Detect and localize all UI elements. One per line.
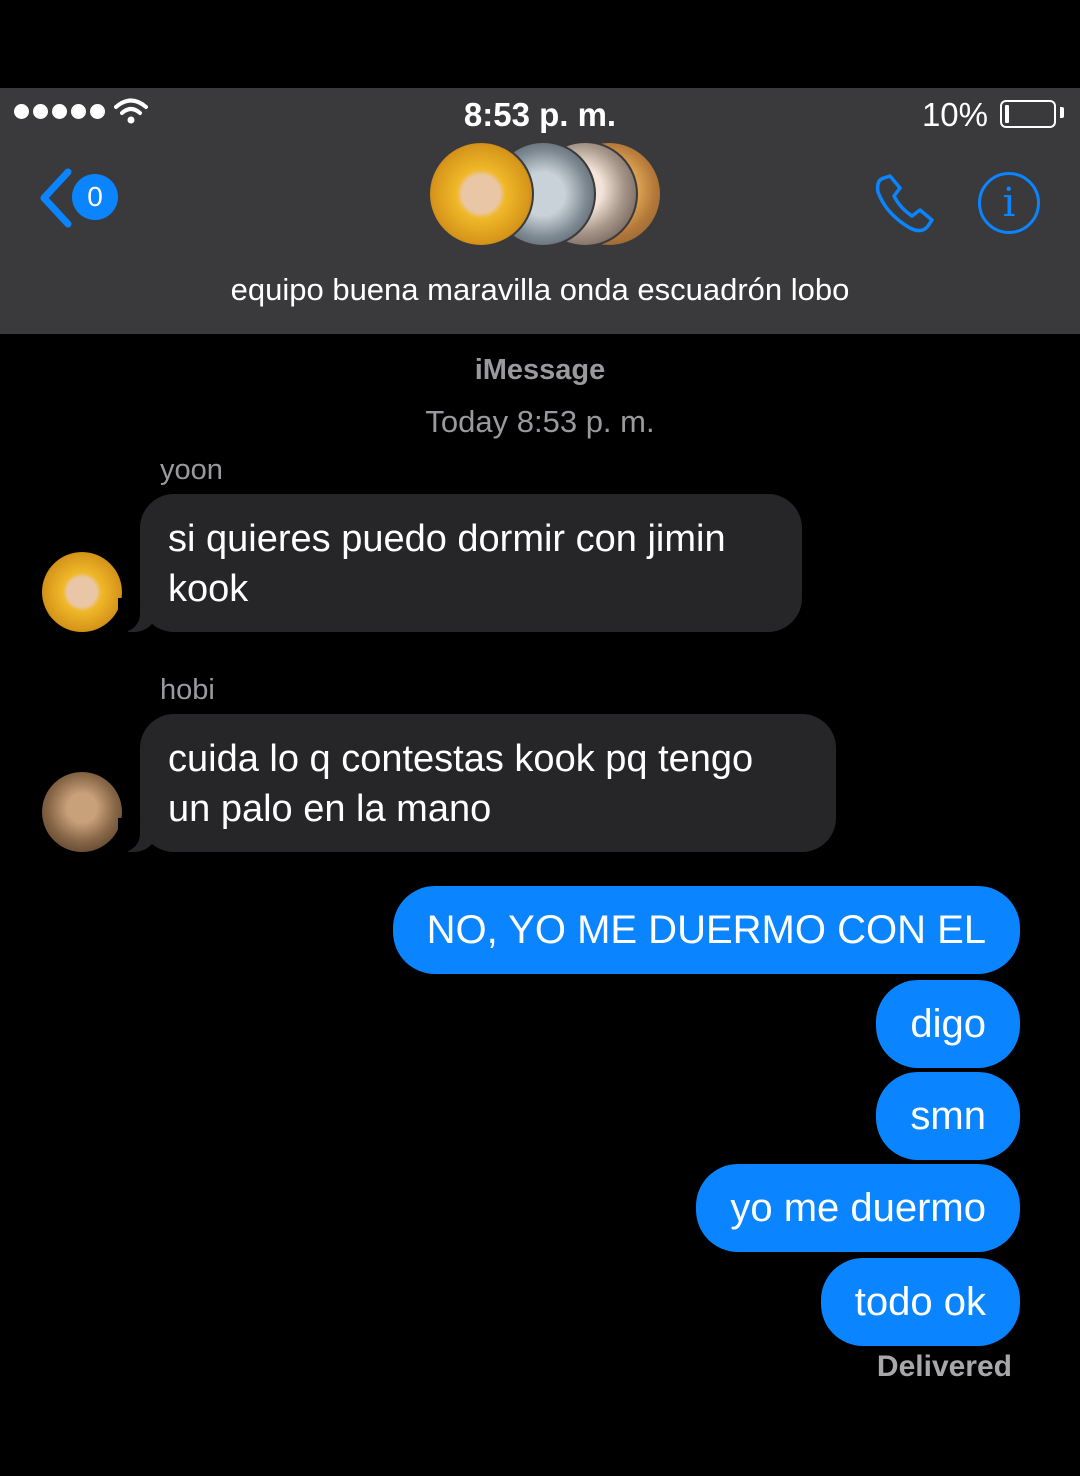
phone-icon[interactable] — [872, 172, 938, 236]
message-bubble-outgoing[interactable]: NO, YO ME DUERMO CON EL — [392, 886, 1020, 974]
message-text: si quieres puedo dormir con jimin — [168, 518, 726, 560]
message-text: kook — [168, 568, 249, 610]
info-icon[interactable]: i — [978, 172, 1040, 234]
service-label: iMessage — [474, 354, 606, 386]
battery-percent: 10% — [921, 96, 988, 133]
avatar[interactable] — [42, 772, 122, 852]
message-bubble-incoming[interactable]: si quieres puedo dormir con jimin kook — [118, 494, 802, 632]
message-text: cuida lo q contestas kook pq tengo — [168, 738, 754, 780]
battery-icon — [1000, 100, 1056, 128]
group-name[interactable]: equipo buena maravilla onda escuadrón lo… — [0, 272, 1080, 308]
message-bubble-outgoing[interactable]: todo ok — [820, 1258, 1020, 1346]
delivery-status: Delivered — [876, 1350, 1012, 1383]
message-text: un palo en la mano — [168, 788, 492, 830]
timestamp: Today 8:53 p. m. — [425, 404, 655, 439]
message-bubble-incoming[interactable]: cuida lo q contestas kook pq tengo un pa… — [118, 714, 836, 852]
status-time: 8:53 p. m. — [463, 96, 617, 133]
avatar[interactable] — [42, 552, 122, 632]
group-avatar-stack[interactable] — [428, 141, 662, 247]
message-bubble-outgoing[interactable]: yo me duermo — [696, 1164, 1020, 1252]
sender-name: yoon — [160, 454, 223, 486]
message-bubble-outgoing[interactable]: digo — [876, 980, 1020, 1068]
message-bubble-outgoing[interactable]: smn — [876, 1072, 1020, 1160]
sender-name: hobi — [160, 674, 215, 706]
avatar — [428, 141, 534, 247]
unread-count-badge[interactable]: 0 — [72, 174, 118, 220]
